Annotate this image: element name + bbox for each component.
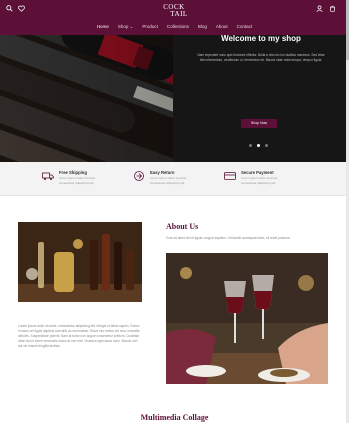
cart-icon[interactable] (329, 5, 336, 12)
nav-about[interactable]: About (216, 24, 228, 30)
header-left-icons (6, 5, 25, 12)
wine-bottles-image (0, 35, 173, 162)
site-logo[interactable]: COCK TAIL (154, 4, 194, 20)
nav-home[interactable]: Home (97, 24, 109, 30)
card-icon (224, 172, 236, 180)
bar-bottles-image (18, 222, 142, 302)
return-icon (134, 171, 144, 181)
shop-now-button[interactable]: Shop Now (241, 119, 277, 128)
feature-text: Lorem ipsum dolor sit amet consectetur a… (241, 176, 278, 185)
feature-easy-return: Easy Return Lorem ipsum dolor sit amet c… (133, 170, 202, 185)
logo-line-2: TAIL (170, 10, 188, 18)
nav-collections[interactable]: Collections (167, 24, 189, 30)
slide-dot-3[interactable] (265, 144, 268, 147)
slideshow-dots (249, 144, 268, 147)
about-title: About Us (166, 222, 199, 231)
nav-product[interactable]: Product (142, 24, 158, 30)
nav-shop[interactable]: Shop ⌄ (118, 24, 134, 30)
nav-blog[interactable]: Blog (198, 24, 207, 30)
user-icon[interactable] (316, 5, 323, 12)
multimedia-collage-title: Multimedia Collage (140, 413, 209, 422)
wine-toast-image (166, 253, 328, 384)
about-paragraph: Lorem ipsum dolor sit amet, consectetur … (18, 324, 140, 348)
feature-free-shipping: Free Shipping Lorem ipsum dolor sit amet… (42, 170, 111, 185)
slide-dot-1[interactable] (249, 144, 252, 147)
feature-secure-payment: Secure Payment Lorem ipsum dolor sit ame… (224, 170, 293, 185)
hero-text: Nam imperdiet nunc quis tincidunt effici… (197, 53, 325, 62)
features-bar: Free Shipping Lorem ipsum dolor sit amet… (0, 162, 349, 196)
header-right-icons (316, 5, 336, 12)
search-icon[interactable] (6, 5, 13, 12)
nav-contact[interactable]: Contact (237, 24, 253, 30)
heart-icon[interactable] (18, 5, 25, 12)
truck-icon (42, 172, 54, 180)
feature-text: Lorem ipsum dolor sit amet consectetur a… (150, 176, 187, 185)
slide-dot-2[interactable] (257, 144, 260, 147)
hero-title: Welcome to my shop (221, 34, 301, 43)
top-header: COCK TAIL Home Shop ⌄ Product Collection… (0, 0, 349, 35)
main-nav: Home Shop ⌄ Product Collections Blog Abo… (0, 24, 349, 30)
about-text: Cras sit amet nisl et ligula congue dapi… (166, 236, 291, 240)
feature-text: Lorem ipsum dolor sit amet consectetur a… (59, 176, 96, 185)
